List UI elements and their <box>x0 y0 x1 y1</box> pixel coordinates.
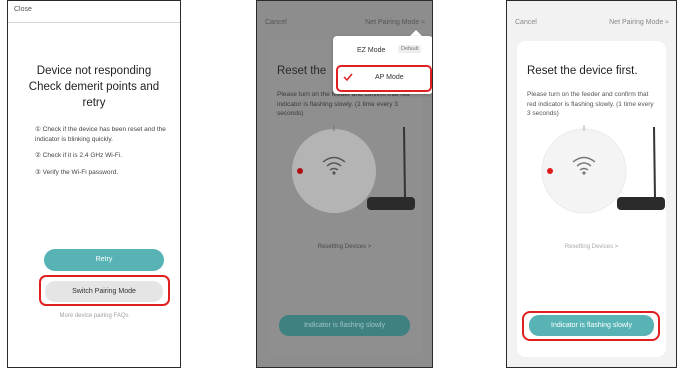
tip-text: Check if the device has been reset and t… <box>35 126 166 143</box>
close-link[interactable]: Close <box>14 6 32 13</box>
highlight-box <box>39 275 170 306</box>
title-line: retry <box>82 97 106 109</box>
tip-marker: ① <box>35 126 41 133</box>
tip-item: ① Check if the device has been reset and… <box>35 125 174 144</box>
feeder-device-illustration <box>292 125 415 213</box>
pairing-mode-selector[interactable]: Net Pairing Mode ≈ <box>365 19 425 26</box>
pairing-failed-screen: Close Device not responding Check demeri… <box>7 0 181 368</box>
resetting-devices-link[interactable]: Resetting Devices > <box>517 244 666 250</box>
menu-item-ez-mode[interactable]: EZ Mode Default <box>333 39 432 63</box>
card-description: Please turn on the feeder and confirm th… <box>277 91 410 117</box>
indicator-light <box>547 168 553 174</box>
error-title: Device not responding Check demerit poin… <box>14 63 174 111</box>
title-line: Check demerit points and <box>28 81 160 93</box>
top-bar: Close <box>8 1 180 23</box>
card-description: Please turn on the feeder and confirm th… <box>527 91 654 117</box>
pairing-mode-selector[interactable]: Net Pairing Mode ≈ <box>609 19 669 26</box>
menu-item-label: EZ Mode <box>357 47 386 54</box>
tip-item: ② Check if it is 2.4 GHz Wi-Fi. <box>35 151 174 161</box>
faq-link[interactable]: More device pairing FAQs <box>8 313 180 319</box>
reset-device-screen-with-menu: Cancel Net Pairing Mode ≈ Reset the Plea… <box>256 0 433 368</box>
indicator-light <box>297 168 303 174</box>
default-badge: Default <box>398 45 422 53</box>
cancel-link[interactable]: Cancel <box>265 19 287 26</box>
card-title: Reset the device first. <box>527 65 638 77</box>
retry-button[interactable]: Retry <box>44 249 164 271</box>
cancel-link[interactable]: Cancel <box>515 19 537 26</box>
tip-marker: ③ <box>35 168 41 176</box>
instruction-card: Reset the device first. Please turn on t… <box>517 41 666 357</box>
tip-item: ③ Verify the Wi-Fi password. <box>35 168 174 178</box>
title-line: Device not responding <box>36 65 152 77</box>
header: Cancel Net Pairing Mode ≈ <box>507 1 676 41</box>
tip-marker: ② <box>35 152 41 159</box>
troubleshooting-tips: ① Check if the device has been reset and… <box>35 125 174 184</box>
tip-text: Verify the Wi-Fi password. <box>42 168 119 176</box>
indicator-flashing-button[interactable]: Indicator is flashing slowly <box>279 315 410 336</box>
header: Cancel Net Pairing Mode ≈ <box>257 1 432 41</box>
resetting-devices-link[interactable]: Resetting Devices > <box>267 244 422 250</box>
tip-text: Check if it is 2.4 GHz Wi-Fi. <box>42 152 123 159</box>
reset-device-screen: Cancel Net Pairing Mode ≈ Reset the devi… <box>506 0 677 368</box>
feeder-device-illustration <box>541 125 665 214</box>
highlight-box <box>522 311 660 341</box>
highlight-box <box>336 65 432 92</box>
card-title: Reset the <box>277 65 327 77</box>
